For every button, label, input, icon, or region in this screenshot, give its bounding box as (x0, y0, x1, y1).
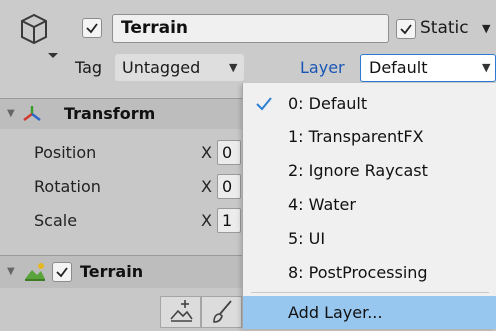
layer-label: Layer (300, 58, 345, 77)
menu-item-layer-ui[interactable]: 5: UI (243, 222, 496, 255)
scale-x-label[interactable]: X (201, 211, 212, 230)
position-x-label[interactable]: X (201, 143, 212, 162)
paint-brush-button[interactable] (201, 296, 242, 328)
paint-brush-icon (213, 300, 232, 323)
terrain-enabled-checkbox[interactable] (52, 262, 72, 282)
menu-item-label: 1: TransparentFX (288, 127, 424, 146)
tag-dropdown[interactable]: Untagged ▼ (115, 54, 244, 81)
menu-item-label: 5: UI (288, 229, 326, 248)
menu-item-label: Add Layer... (288, 303, 383, 322)
layer-value: Default (369, 58, 428, 77)
rotation-x-label[interactable]: X (201, 177, 212, 196)
static-checkbox[interactable] (396, 19, 416, 39)
menu-item-layer-water[interactable]: 4: Water (243, 188, 496, 221)
foldout-arrow-icon[interactable]: ▼ (7, 266, 15, 277)
rotation-x-field[interactable]: 0 (217, 174, 241, 199)
position-label[interactable]: Position (34, 143, 96, 162)
layer-dropdown[interactable]: Default ▼ (360, 54, 496, 82)
menu-item-add-layer[interactable]: Add Layer... (243, 296, 496, 329)
menu-item-layer-ignore-raycast[interactable]: 2: Ignore Raycast (243, 154, 496, 187)
static-label[interactable]: Static (420, 14, 469, 43)
transform-icon (22, 105, 42, 127)
menu-separator (251, 292, 489, 293)
object-name-input[interactable]: Terrain (112, 14, 389, 43)
checkmark-icon (400, 24, 412, 35)
chevron-down-icon: ▼ (482, 61, 491, 74)
terrain-title: Terrain (80, 262, 144, 281)
menu-item-layer-transparentfx[interactable]: 1: TransparentFX (243, 120, 496, 153)
raise-terrain-icon (170, 300, 193, 322)
raise-terrain-button[interactable] (160, 296, 201, 328)
scale-label[interactable]: Scale (34, 211, 77, 230)
tag-label: Tag (75, 58, 103, 77)
tag-value: Untagged (122, 58, 201, 77)
chevron-down-icon: ▼ (229, 61, 238, 74)
gameobject-icon[interactable] (10, 12, 58, 62)
position-x-field[interactable]: 0 (217, 140, 241, 165)
checkmark-icon (86, 23, 98, 34)
checkmark-icon (56, 267, 68, 278)
rotation-label[interactable]: Rotation (34, 177, 101, 196)
active-checkbox[interactable] (82, 18, 102, 38)
menu-item-layer-default[interactable]: 0: Default (243, 87, 496, 120)
scale-x-field[interactable]: 1 (217, 208, 241, 233)
menu-item-label: 0: Default (288, 94, 368, 113)
static-dropdown-caret-icon[interactable]: ▼ (482, 22, 490, 35)
checkmark-icon (256, 97, 272, 111)
menu-item-label: 8: PostProcessing (288, 263, 428, 282)
menu-item-layer-postprocessing[interactable]: 8: PostProcessing (243, 256, 496, 289)
menu-item-label: 4: Water (288, 195, 356, 214)
layer-dropdown-menu: 0: Default 1: TransparentFX 2: Ignore Ra… (242, 83, 496, 329)
transform-title: Transform (64, 104, 156, 123)
menu-item-label: 2: Ignore Raycast (288, 161, 428, 180)
terrain-icon (24, 262, 46, 286)
foldout-arrow-icon[interactable]: ▼ (7, 108, 15, 119)
